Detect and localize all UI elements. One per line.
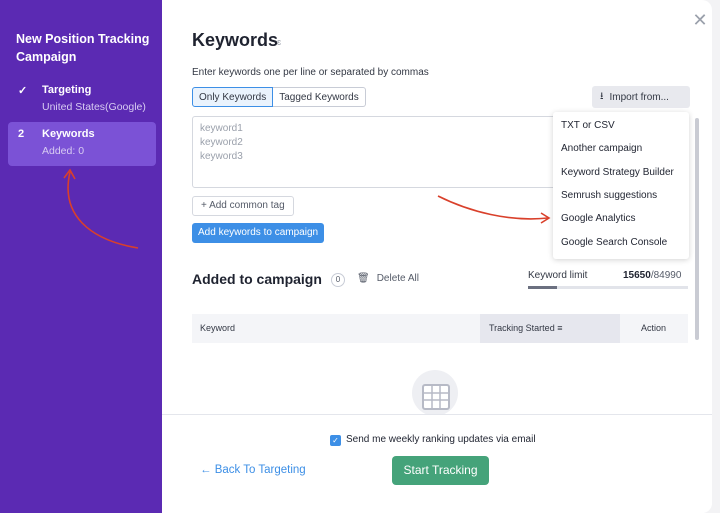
- info-icon[interactable]: ɛ: [277, 37, 281, 47]
- close-icon[interactable]: ✕: [690, 10, 710, 31]
- start-tracking-button[interactable]: Start Tracking: [392, 456, 489, 485]
- step-label: Keywords: [42, 128, 95, 140]
- col-keyword[interactable]: Keyword: [200, 323, 235, 333]
- menu-item-google-analytics[interactable]: Google Analytics: [561, 213, 636, 224]
- step-number: 2: [18, 128, 25, 140]
- placeholder-line: keyword2: [200, 137, 243, 148]
- col-tracking-started-label: Tracking Started ≡: [489, 323, 563, 333]
- import-from-button[interactable]: ⭳ Import from...: [592, 86, 690, 108]
- delete-all-button[interactable]: 🗑 Delete All: [357, 273, 419, 284]
- weekly-email-checkbox[interactable]: ✓: [330, 435, 341, 446]
- sidebar-title: New Position Tracking Campaign: [16, 32, 150, 64]
- trash-icon: 🗑: [357, 273, 370, 284]
- keyword-limit-fill: [528, 286, 558, 289]
- keyword-limit-bar: [528, 286, 688, 289]
- menu-item-semrush-suggestions[interactable]: Semrush suggestions: [561, 190, 657, 201]
- page-title: Keywords: [192, 30, 279, 50]
- delete-all-label: Delete All: [376, 273, 419, 284]
- scrollbar[interactable]: [695, 118, 699, 340]
- added-count-badge: 0: [331, 273, 345, 287]
- footer: ✓ Send me weekly ranking updates via ema…: [162, 414, 712, 513]
- add-keywords-button[interactable]: Add keywords to campaign: [192, 223, 325, 243]
- weekly-email-label: Send me weekly ranking updates via email: [346, 434, 536, 445]
- keyword-limit-value: 15650/84990: [623, 270, 681, 281]
- step-sub: Added: 0: [42, 145, 85, 157]
- arrow-left-icon: ←: [200, 464, 215, 476]
- table-header: Keyword Tracking Started ≡ Action: [192, 314, 688, 343]
- menu-item-another-campaign[interactable]: Another campaign: [561, 143, 642, 154]
- keyword-mode-tabs: Only Keywords Tagged Keywords: [192, 87, 366, 107]
- sort-icon: ≡: [557, 323, 563, 333]
- tab-tagged-keywords[interactable]: Tagged Keywords: [273, 87, 366, 107]
- menu-item-google-search-console[interactable]: Google Search Console: [561, 237, 667, 248]
- added-section-title: Added to campaign: [192, 271, 322, 287]
- menu-item-keyword-strategy-builder[interactable]: Keyword Strategy Builder: [561, 167, 674, 178]
- download-icon: ⭳: [600, 90, 604, 102]
- keyword-limit-label: Keyword limit: [528, 270, 588, 281]
- keywords-textarea[interactable]: keyword1 keyword2 keyword3: [192, 116, 557, 188]
- placeholder-line: keyword1: [200, 123, 243, 134]
- col-tracking-started[interactable]: Tracking Started ≡: [480, 314, 620, 343]
- check-icon: ✓: [18, 85, 28, 97]
- keywords-modal: ✕ Keywords ɛ Enter keywords one per line…: [162, 0, 712, 513]
- add-common-tag-button[interactable]: + Add common tag: [192, 196, 294, 216]
- keyword-limit-used: 15650: [623, 270, 651, 281]
- tab-only-keywords[interactable]: Only Keywords: [192, 87, 274, 107]
- import-label: Import from...: [609, 91, 669, 103]
- step-keywords[interactable]: 2 Keywords Added: 0: [8, 122, 156, 166]
- back-to-targeting-link[interactable]: ← Back To Targeting: [200, 464, 306, 476]
- menu-item-txt-csv[interactable]: TXT or CSV: [561, 120, 615, 131]
- col-action: Action: [641, 323, 667, 333]
- table-icon: [422, 384, 450, 410]
- empty-state-illustration: [412, 370, 458, 416]
- step-label: Targeting: [42, 84, 92, 96]
- placeholder-line: keyword3: [200, 151, 243, 162]
- keyword-limit-total: /84990: [650, 270, 682, 281]
- step-sub: United States(Google): [42, 101, 146, 113]
- import-menu: TXT or CSV Another campaign Keyword Stra…: [553, 112, 689, 259]
- step-targeting[interactable]: ✓ Targeting United States(Google): [8, 78, 156, 118]
- instructions-text: Enter keywords one per line or separated…: [192, 67, 429, 78]
- sidebar: New Position Tracking Campaign ✓ Targeti…: [0, 0, 162, 513]
